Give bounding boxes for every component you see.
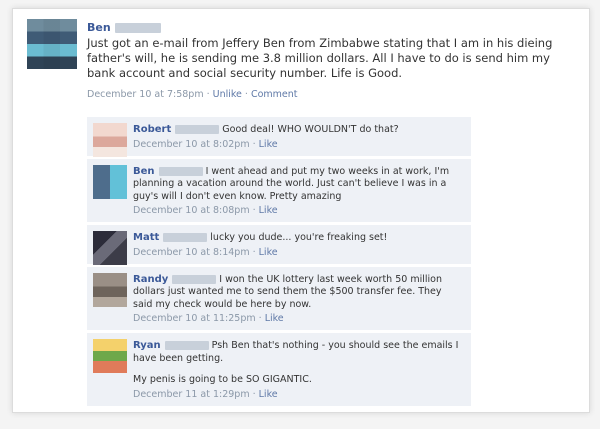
comment-author[interactable]: Robert [133, 124, 171, 135]
post-body: Ben Just got an e-mail from Jeffery Ben … [87, 21, 577, 100]
comment-text: Good deal! WHO WOULDN'T do that? [222, 124, 399, 135]
post-card: Ben Just got an e-mail from Jeffery Ben … [12, 8, 590, 413]
avatar[interactable] [93, 272, 127, 307]
comment: Ben I went ahead and put my two weeks in… [87, 158, 471, 223]
post-timestamp[interactable]: December 10 at 7:58pm [87, 89, 204, 100]
comment-text: lucky you dude... you're freaking set! [210, 232, 388, 243]
redacted-surname [114, 23, 161, 33]
comment-timestamp[interactable]: December 10 at 8:14pm [133, 247, 250, 258]
avatar[interactable] [27, 19, 77, 69]
like-link[interactable]: Like [259, 247, 278, 258]
post-text: Just got an e-mail from Jeffery Ben from… [87, 36, 553, 80]
comment-timestamp[interactable]: December 10 at 11:25pm [133, 313, 256, 324]
comment-timestamp[interactable]: December 10 at 8:02pm [133, 139, 250, 150]
comment-list: Robert Good deal! WHO WOULDN'T do that? … [87, 117, 471, 409]
like-link[interactable]: Like [259, 139, 278, 150]
avatar[interactable] [93, 164, 127, 199]
avatar[interactable] [93, 339, 127, 373]
post-meta: December 10 at 7:58pm · Unlike · Comment [87, 89, 298, 100]
comment-author[interactable]: Ben [133, 166, 155, 177]
comment-timestamp[interactable]: December 10 at 8:08pm [133, 205, 250, 216]
comment-link[interactable]: Comment [251, 89, 298, 100]
redacted-surname [163, 233, 208, 242]
post-author[interactable]: Ben [87, 21, 111, 34]
comment: Randy I won the UK lottery last week wor… [87, 266, 471, 331]
avatar[interactable] [93, 231, 127, 265]
avatar[interactable] [93, 123, 127, 157]
redacted-surname [164, 341, 209, 350]
like-link[interactable]: Like [265, 313, 284, 324]
comment-timestamp[interactable]: December 11 at 1:29pm [133, 389, 250, 400]
redacted-surname [175, 125, 220, 134]
comment: Robert Good deal! WHO WOULDN'T do that? … [87, 117, 471, 157]
comment-author[interactable]: Matt [133, 232, 159, 243]
redacted-surname [172, 274, 217, 284]
comment-author[interactable]: Ryan [133, 340, 161, 351]
like-link[interactable]: Like [259, 389, 278, 400]
comment: Matt lucky you dude... you're freaking s… [87, 225, 471, 265]
comment: Ryan Psh Ben that's nothing - you should… [87, 333, 471, 407]
comment-text-extra: My penis is going to be SO GIGANTIC. [133, 374, 312, 385]
unlike-link[interactable]: Unlike [213, 89, 242, 100]
redacted-surname [158, 166, 203, 176]
comment-author[interactable]: Randy [133, 274, 168, 285]
like-link[interactable]: Like [259, 205, 278, 216]
